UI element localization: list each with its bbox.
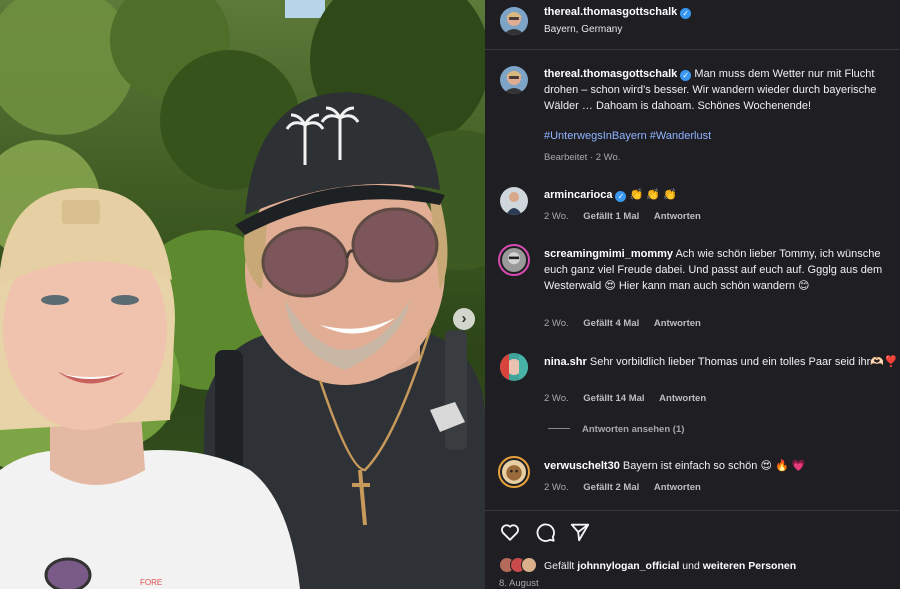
author-username[interactable]: thereal.thomasgottschalk [544,6,677,18]
heart-icon[interactable] [499,521,521,543]
caption-author-avatar[interactable] [500,66,528,94]
caption-username[interactable]: thereal.thomasgottschalk [544,68,677,80]
comment-time: 2 Wo. [544,211,569,222]
post-hashtags[interactable]: #UnterwegsInBayern #Wanderlust [544,130,711,142]
post-caption: thereal.thomasgottschalk ✓ Man muss dem W… [544,66,900,114]
comment-text: 👏 👏 👏 [629,189,677,201]
chevron-right-icon[interactable]: › [453,308,475,330]
post-location[interactable]: Bayern, Germany [544,24,622,35]
likes-summary: Gefällt johnnylogan_official und weitere… [544,560,796,572]
commenter-avatar[interactable] [498,456,530,488]
comment-reply-button[interactable]: Antworten [659,393,706,404]
likes-middle: und [682,560,700,572]
post-date: 8. August [499,578,539,589]
author-avatar[interactable] [500,7,528,35]
comment-likes[interactable]: Gefällt 1 Mal [583,211,639,222]
commenter-avatar[interactable] [500,187,528,215]
post-photo[interactable]: FORE › [0,0,485,589]
commenter-avatar[interactable] [498,244,530,276]
commenter-avatar[interactable] [500,353,528,381]
comment-item: armincarioca ✓ 👏 👏 👏 [544,187,899,203]
post-header: thereal.thomasgottschalk ✓ Bayern, German… [485,0,900,50]
comment-item: verwuschelt30 Bayern ist einfach so schö… [544,458,899,474]
comment-meta: 2 Wo. Gefällt 2 Mal Antworten [544,482,713,493]
comment-username[interactable]: screamingmimi_mommy [544,248,673,260]
comment-reply-button[interactable]: Antworten [654,211,701,222]
selfie-image: FORE [0,0,485,589]
view-replies-label[interactable]: Antworten ansehen (1) [582,424,684,435]
share-icon[interactable] [569,521,591,543]
comment-likes[interactable]: Gefällt 14 Mal [583,393,644,404]
post-side-panel: thereal.thomasgottschalk ✓ Bayern, German… [485,0,900,589]
comment-likes[interactable]: Gefällt 2 Mal [583,482,639,493]
comment-meta: 2 Wo. Gefällt 1 Mal Antworten [544,211,713,222]
comment-time: 2 Wo. [544,393,569,404]
likes-prefix: Gefällt [544,560,575,572]
comment-meta: 2 Wo. Gefällt 4 Mal Antworten [544,318,713,329]
verified-badge-icon: ✓ [680,8,692,19]
comment-username[interactable]: verwuschelt30 [544,460,620,472]
comment-username[interactable]: nina.shr [544,356,587,368]
comment-item: nina.shr Sehr vorbildlich lieber Thomas … [544,354,899,370]
comment-reply-button[interactable]: Antworten [654,318,701,329]
instagram-post-view: FORE › thereal.thomasgottschalk ✓ Bayern,… [0,0,900,589]
comment-icon[interactable] [534,521,556,543]
comment-item: screamingmimi_mommy Ach wie schön lieber… [544,246,899,294]
replies-divider [548,428,570,429]
comment-time: 2 Wo. [544,318,569,329]
verified-badge-icon: ✓ [680,70,692,81]
comment-time: 2 Wo. [544,482,569,493]
avatar [521,557,537,573]
comment-text: Sehr vorbildlich lieber Thomas und ein t… [589,356,898,368]
view-replies-button[interactable]: Antworten ansehen (1) [548,424,684,435]
comment-username[interactable]: armincarioca [544,189,612,201]
post-edited-label: Bearbeitet · 2 Wo. [544,152,621,163]
cap-brand: FORE [140,578,162,587]
comment-text: Bayern ist einfach so schön 😍 🔥 💗 [622,460,806,472]
verified-badge-icon: ✓ [615,191,627,202]
author-username-row[interactable]: thereal.thomasgottschalk ✓ [544,6,692,19]
comment-reply-button[interactable]: Antworten [654,482,701,493]
likes-user[interactable]: johnnylogan_official [577,560,679,572]
post-actions-bar: Gefällt johnnylogan_official und weitere… [485,510,900,589]
comment-meta: 2 Wo. Gefällt 14 Mal Antworten [544,393,718,404]
liked-by-avatars[interactable] [499,557,545,573]
comment-likes[interactable]: Gefällt 4 Mal [583,318,639,329]
likes-others[interactable]: weiteren Personen [703,560,796,572]
